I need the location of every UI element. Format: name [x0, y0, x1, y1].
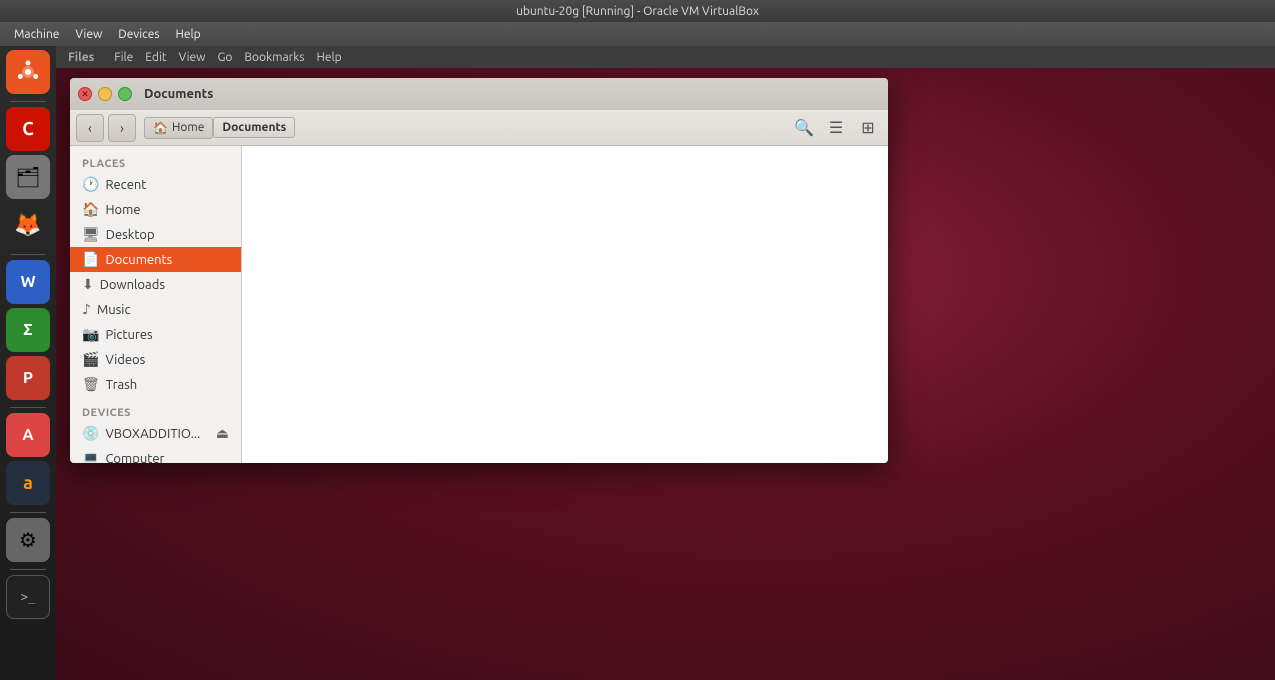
- taskbar-separator-4: [10, 512, 46, 513]
- back-button[interactable]: ‹: [76, 114, 104, 142]
- home-folder-icon: 🏠: [82, 201, 99, 218]
- taskbar: C 🗂 🦊 W Σ P A a ⚙ >_: [0, 46, 56, 680]
- list-view-button[interactable]: ☰: [822, 114, 850, 142]
- vbox-titlebar: ubuntu-20g [Running] - Oracle VM Virtual…: [0, 0, 1275, 22]
- window-minimize-button[interactable]: [98, 87, 112, 101]
- window-close-button[interactable]: ✕: [78, 87, 92, 101]
- taskbar-icon-texteditor[interactable]: A: [6, 413, 50, 457]
- file-manager-window: ✕ Documents ‹ › 🏠 Home Documents 🔍 ☰ ⊞ P…: [70, 78, 888, 463]
- breadcrumb-home[interactable]: 🏠 Home: [144, 117, 213, 139]
- sidebar-item-vboxadditions-label: VBOXADDITIO...: [105, 427, 200, 441]
- sidebar-item-recent[interactable]: 🕐 Recent: [70, 172, 241, 197]
- sidebar-item-pictures-label: Pictures: [105, 328, 152, 342]
- eject-button[interactable]: ⏏: [216, 425, 229, 442]
- sidebar-item-music[interactable]: ♪ Music: [70, 297, 241, 322]
- taskbar-separator-1: [10, 101, 46, 102]
- sidebar-item-downloads[interactable]: ⬇ Downloads: [70, 272, 241, 297]
- window-maximize-button[interactable]: [118, 87, 132, 101]
- sidebar-item-vboxadditions[interactable]: 💿 VBOXADDITIO... ⏏: [70, 421, 241, 446]
- sidebar-item-videos[interactable]: 🎬 Videos: [70, 347, 241, 372]
- taskbar-icon-terminal[interactable]: >_: [6, 575, 50, 619]
- vbox-menubar: Machine View Devices Help: [0, 22, 1275, 46]
- sidebar-item-home[interactable]: 🏠 Home: [70, 197, 241, 222]
- sidebar-item-documents[interactable]: 📄 Documents: [70, 247, 241, 272]
- files-label: Files: [62, 50, 100, 65]
- search-button[interactable]: 🔍: [790, 114, 818, 142]
- sidebar-item-home-label: Home: [105, 203, 140, 217]
- fm-toolbar: ‹ › 🏠 Home Documents 🔍 ☰ ⊞: [70, 110, 888, 146]
- vbox-menu-help[interactable]: Help: [168, 26, 209, 43]
- taskbar-icon-writer[interactable]: W: [6, 260, 50, 304]
- recent-icon: 🕐: [82, 176, 99, 193]
- taskbar-separator-2: [10, 254, 46, 255]
- fm-content[interactable]: [242, 146, 888, 463]
- home-icon: 🏠: [153, 121, 168, 135]
- sidebar-item-desktop[interactable]: 🖥 Desktop: [70, 222, 241, 247]
- sidebar-item-computer[interactable]: 💻 Computer: [70, 446, 241, 463]
- breadcrumb-documents-label: Documents: [222, 121, 286, 134]
- fm-sidebar: Places 🕐 Recent 🏠 Home 🖥 Desktop 📄 Docum…: [70, 146, 242, 463]
- files-menu-edit[interactable]: Edit: [139, 50, 172, 65]
- forward-button[interactable]: ›: [108, 114, 136, 142]
- places-section-label: Places: [70, 154, 241, 172]
- taskbar-icon-settings[interactable]: ⚙: [6, 518, 50, 562]
- sidebar-item-trash-label: Trash: [106, 378, 137, 392]
- files-menu-file[interactable]: File: [108, 50, 139, 65]
- videos-icon: 🎬: [82, 351, 99, 368]
- sidebar-item-downloads-label: Downloads: [100, 278, 165, 292]
- documents-icon: 📄: [82, 251, 99, 268]
- sidebar-item-pictures[interactable]: 📷 Pictures: [70, 322, 241, 347]
- taskbar-separator-3: [10, 407, 46, 408]
- taskbar-icon-firefox[interactable]: 🦊: [6, 203, 50, 247]
- sidebar-item-trash[interactable]: 🗑 Trash: [70, 372, 241, 397]
- files-menu-view[interactable]: View: [173, 50, 212, 65]
- vbox-title: ubuntu-20g [Running] - Oracle VM Virtual…: [516, 5, 759, 18]
- vbox-menu-devices[interactable]: Devices: [110, 26, 167, 43]
- sidebar-item-videos-label: Videos: [105, 353, 145, 367]
- taskbar-icon-amazon[interactable]: a: [6, 461, 50, 505]
- breadcrumb: 🏠 Home Documents: [144, 117, 295, 139]
- music-icon: ♪: [82, 301, 91, 318]
- files-topbar: Files File Edit View Go Bookmarks Help: [56, 46, 1275, 68]
- sidebar-item-desktop-label: Desktop: [106, 228, 155, 242]
- files-menu-bookmarks[interactable]: Bookmarks: [238, 50, 310, 65]
- taskbar-icon-crimson[interactable]: C: [6, 107, 50, 151]
- sidebar-item-documents-label: Documents: [105, 253, 172, 267]
- files-menu-go[interactable]: Go: [211, 50, 238, 65]
- grid-view-button[interactable]: ⊞: [854, 114, 882, 142]
- sidebar-item-recent-label: Recent: [105, 178, 146, 192]
- fm-titlebar: ✕ Documents: [70, 78, 888, 110]
- taskbar-icon-files[interactable]: 🗂: [6, 155, 50, 199]
- fm-main: Places 🕐 Recent 🏠 Home 🖥 Desktop 📄 Docum…: [70, 146, 888, 463]
- vbox-menu-machine[interactable]: Machine: [6, 26, 67, 43]
- vbox-menu-view[interactable]: View: [67, 26, 110, 43]
- computer-icon: 💻: [82, 450, 99, 463]
- taskbar-separator-5: [10, 569, 46, 570]
- desktop-icon: 🖥: [82, 226, 100, 243]
- sidebar-item-computer-label: Computer: [105, 452, 164, 464]
- window-title: Documents: [144, 87, 213, 101]
- devices-section-label: Devices: [70, 403, 241, 421]
- downloads-icon: ⬇: [82, 276, 94, 293]
- breadcrumb-documents[interactable]: Documents: [213, 117, 295, 138]
- taskbar-icon-ubuntu[interactable]: [6, 50, 50, 94]
- sidebar-item-music-label: Music: [97, 303, 131, 317]
- trash-icon: 🗑: [82, 376, 100, 393]
- taskbar-icon-impress[interactable]: P: [6, 356, 50, 400]
- pictures-icon: 📷: [82, 326, 99, 343]
- vboxadditions-icon: 💿: [82, 425, 99, 442]
- files-menu-help[interactable]: Help: [310, 50, 347, 65]
- breadcrumb-home-label: Home: [172, 121, 204, 134]
- taskbar-icon-calc[interactable]: Σ: [6, 308, 50, 352]
